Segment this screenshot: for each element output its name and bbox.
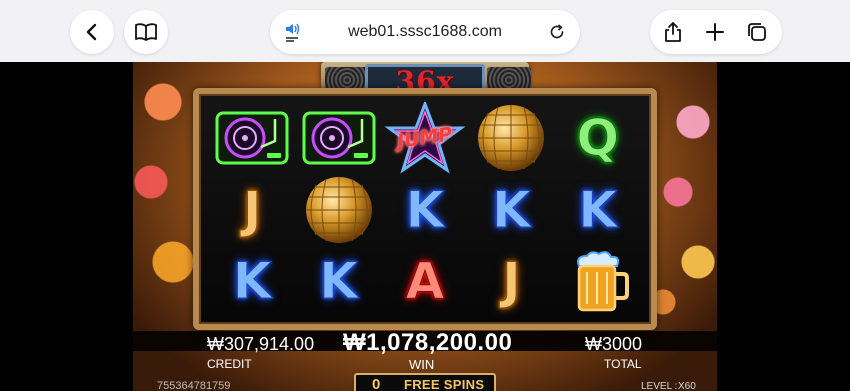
turntable-icon [215, 111, 289, 165]
letter-k: K [578, 180, 618, 239]
plus-icon[interactable] [704, 21, 726, 48]
symbol-k: K [209, 245, 295, 316]
letter-q: Q [576, 109, 620, 167]
back-button[interactable] [70, 10, 114, 54]
letter-k: K [232, 251, 272, 310]
free-spins-label: FREE SPINS [404, 376, 485, 391]
speaker-icon[interactable] [284, 21, 304, 43]
total-bet-value[interactable]: ₩3000 [585, 334, 642, 355]
letter-k: K [405, 180, 445, 239]
browser-actions [650, 10, 782, 54]
total-bet-label: TOTAL [604, 357, 642, 371]
symbol-beer-mug [555, 245, 641, 316]
browser-toolbar: web01.sssc1688.com [0, 0, 850, 62]
symbol-j: J [468, 245, 554, 316]
credit-label: CREDIT [207, 357, 252, 371]
book-icon [134, 22, 158, 42]
bookmarks-button[interactable] [124, 10, 168, 54]
turntable-icon [302, 111, 376, 165]
symbol-a: A [382, 245, 468, 316]
reload-icon[interactable] [548, 23, 566, 41]
disco-ball-icon [478, 105, 545, 171]
free-spins-count: 0 [372, 375, 381, 391]
reels-grid[interactable]: JUMP Q J K K K K K A J [209, 102, 641, 316]
symbol-jump-wild: JUMP [382, 102, 468, 174]
symbol-disco-ball [295, 174, 381, 245]
letter-a: A [405, 251, 445, 310]
url-text: web01.sssc1688.com [348, 23, 502, 40]
credit-value: ₩307,914.00 [207, 334, 315, 354]
symbol-turntable [295, 102, 381, 174]
reels-frame: JUMP Q J K K K K K A J [193, 88, 657, 330]
letter-j: J [242, 180, 262, 239]
symbol-j: J [209, 174, 295, 245]
beer-mug-icon [576, 250, 629, 311]
letter-k: K [492, 180, 532, 239]
letter-j: J [502, 251, 522, 310]
slot-game-stage: 36x JUMP Q J K K K K K A J ₩307,914.00 C… [133, 62, 717, 391]
symbol-k: K [555, 174, 641, 245]
disco-ball-icon [305, 176, 372, 243]
symbol-k: K [295, 245, 381, 316]
game-info-bar: ₩307,914.00 CREDIT ₩1,078,200.00 WIN ₩30… [133, 329, 717, 391]
letter-k: K [319, 251, 359, 310]
free-spins-counter: 0 FREE SPINS [354, 373, 496, 391]
symbol-disco-ball [468, 102, 554, 174]
chevron-left-icon [82, 22, 102, 42]
win-label: WIN [409, 357, 435, 372]
address-bar[interactable]: web01.sssc1688.com [270, 10, 580, 54]
symbol-q: Q [555, 102, 641, 174]
level-value: X60 [678, 381, 696, 391]
level-label: LEVEL : [641, 381, 678, 391]
win-value: ₩1,078,200.00 [343, 329, 513, 356]
symbol-k: K [382, 174, 468, 245]
player-id: 755364781759 [157, 380, 231, 391]
symbol-k: K [468, 174, 554, 245]
share-icon[interactable] [662, 21, 684, 48]
symbol-turntable [209, 102, 295, 174]
tabs-icon[interactable] [746, 21, 768, 48]
